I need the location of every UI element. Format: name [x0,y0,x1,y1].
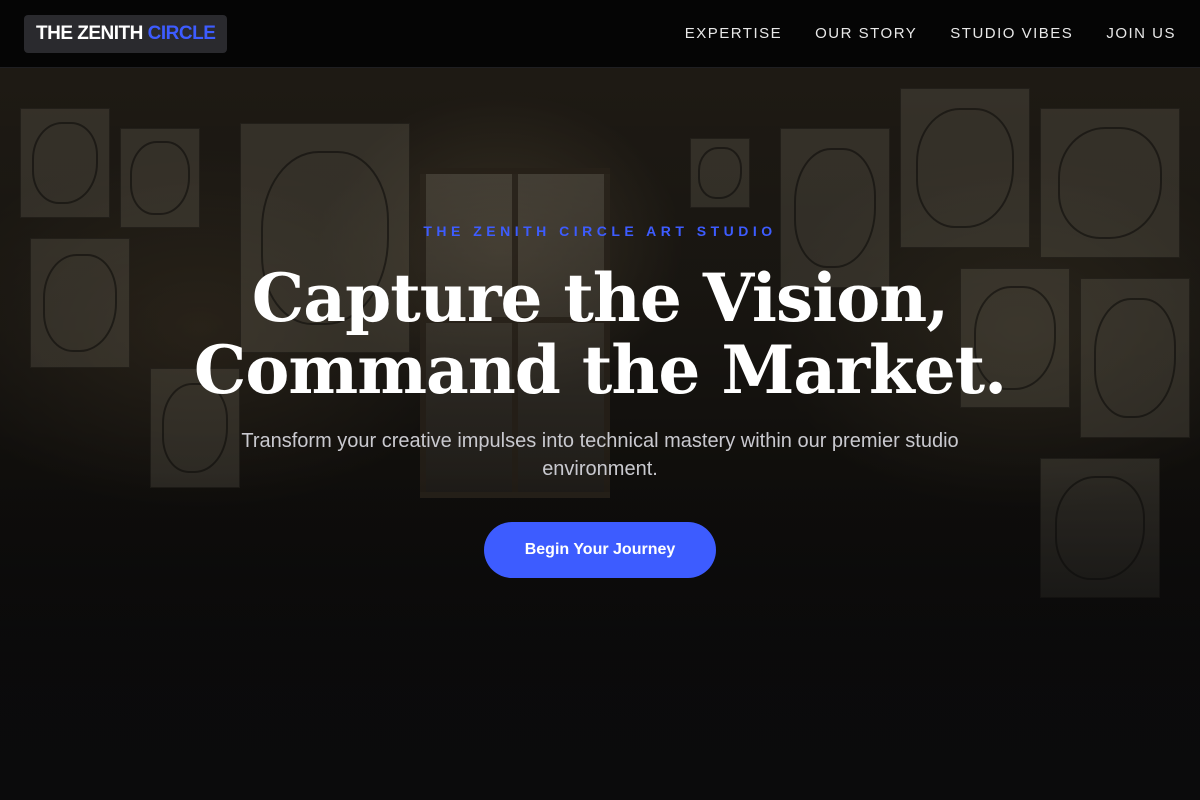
begin-journey-button[interactable]: Begin Your Journey [484,522,716,578]
site-logo[interactable]: THE ZENITH CIRCLE [24,14,228,53]
logo-primary-text: THE ZENITH [36,22,143,44]
nav-links: EXPERTISE OUR STORY STUDIO VIBES JOIN US [685,25,1176,42]
hero-headline-line-2: Command the Market. [193,331,1007,409]
logo-accent-text: CIRCLE [147,22,216,44]
hero-section: THE ZENITH CIRCLE ART STUDIO Capture the… [0,0,1200,800]
hero-eyebrow: THE ZENITH CIRCLE ART STUDIO [423,223,777,239]
hero-headline-line-1: Capture the Vision, [251,259,949,337]
top-navbar: THE ZENITH CIRCLE EXPERTISE OUR STORY ST… [0,0,1200,68]
nav-link-join-us[interactable]: JOIN US [1106,25,1176,42]
nav-link-studio-vibes[interactable]: STUDIO VIBES [950,25,1073,42]
nav-link-expertise[interactable]: EXPERTISE [685,25,782,42]
nav-link-our-story[interactable]: OUR STORY [815,25,917,42]
hero-headline: Capture the Vision, Command the Market. [0,262,1200,406]
hero-subtext: Transform your creative impulses into te… [241,430,959,480]
